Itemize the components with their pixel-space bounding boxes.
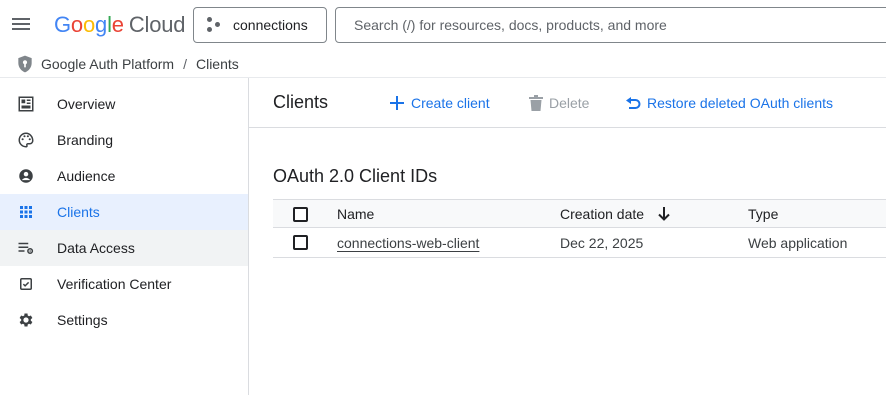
- google-cloud-logo[interactable]: Google Cloud: [54, 12, 185, 38]
- table-row: connections-web-client Dec 22, 2025 Web …: [273, 228, 886, 258]
- breadcrumb-separator: /: [183, 55, 187, 72]
- sidebar-item-label: Clients: [57, 204, 100, 220]
- client-type: Web application: [748, 235, 848, 251]
- column-header-name[interactable]: Name: [337, 206, 374, 222]
- account-circle-icon: [19, 169, 33, 183]
- sidebar-item-label: Settings: [57, 312, 108, 328]
- sort-descending-icon[interactable]: [656, 206, 672, 222]
- create-client-button[interactable]: Create client: [389, 93, 490, 113]
- main-menu-icon[interactable]: [11, 15, 31, 35]
- logo-letter: o: [82, 12, 96, 37]
- restore-label: Restore deleted OAuth clients: [647, 95, 833, 111]
- project-picker-button[interactable]: connections: [193, 7, 327, 43]
- sidebar: Overview Branding Audience Clients Data …: [0, 78, 249, 395]
- clients-table: Name Creation date Type connections-web-…: [273, 199, 886, 258]
- restore-deleted-clients-button[interactable]: Restore deleted OAuth clients: [625, 93, 833, 113]
- sidebar-item-label: Data Access: [57, 240, 135, 256]
- sidebar-item-label: Verification Center: [57, 276, 172, 292]
- sidebar-item-label: Overview: [57, 96, 116, 112]
- logo-cloud-text: Cloud: [128, 12, 186, 37]
- logo-letter: o: [70, 12, 83, 37]
- sidebar-item-settings[interactable]: Settings: [0, 302, 248, 338]
- client-name-link[interactable]: connections-web-client: [337, 235, 479, 251]
- project-icon: [207, 17, 223, 33]
- sidebar-item-verification-center[interactable]: Verification Center: [0, 266, 248, 302]
- breadcrumb-current: Clients: [195, 55, 239, 72]
- project-name: connections: [233, 17, 308, 33]
- row-checkbox[interactable]: [293, 235, 308, 250]
- sidebar-item-audience[interactable]: Audience: [0, 158, 248, 194]
- sidebar-item-clients[interactable]: Clients: [0, 194, 248, 230]
- column-header-creation-date[interactable]: Creation date: [560, 206, 644, 222]
- undo-icon: [626, 97, 641, 109]
- search-input[interactable]: [354, 17, 886, 33]
- data-access-icon: [18, 242, 34, 254]
- create-client-label: Create client: [411, 95, 490, 111]
- sidebar-item-label: Branding: [57, 132, 114, 148]
- column-header-type[interactable]: Type: [748, 206, 778, 222]
- delete-button[interactable]: Delete: [529, 93, 589, 113]
- logo-letter: G: [54, 12, 71, 37]
- palette-icon: [18, 132, 34, 148]
- select-all-checkbox[interactable]: [293, 207, 308, 222]
- page-title: Clients: [273, 92, 329, 112]
- plus-icon: [390, 96, 404, 110]
- section-title: OAuth 2.0 Client IDs: [273, 166, 438, 186]
- delete-label: Delete: [549, 95, 590, 111]
- verification-icon: [20, 278, 32, 290]
- sidebar-item-label: Audience: [57, 168, 116, 184]
- top-bar: Google Cloud connections: [0, 0, 886, 50]
- main-content: Clients Create client Delete Restore del…: [249, 78, 886, 395]
- action-toolbar: Clients Create client Delete Restore del…: [249, 78, 886, 128]
- shield-icon: [18, 55, 32, 72]
- dashboard-icon: [18, 96, 34, 112]
- trash-icon: [529, 95, 543, 111]
- logo-letter: e: [111, 12, 124, 37]
- sidebar-item-branding[interactable]: Branding: [0, 122, 248, 158]
- client-creation-date: Dec 22, 2025: [560, 235, 644, 251]
- gear-icon: [19, 313, 33, 327]
- logo-google-text: Google: [54, 12, 124, 37]
- breadcrumb-root-link[interactable]: Google Auth Platform: [41, 56, 174, 72]
- logo-letter: g: [95, 12, 108, 37]
- sidebar-item-data-access[interactable]: Data Access: [0, 230, 248, 266]
- sidebar-item-overview[interactable]: Overview: [0, 86, 248, 122]
- search-bar[interactable]: [335, 7, 886, 43]
- table-header: Name Creation date Type: [273, 199, 886, 228]
- apps-grid-icon: [20, 206, 32, 218]
- breadcrumb: Google Auth Platform / Clients: [0, 50, 886, 78]
